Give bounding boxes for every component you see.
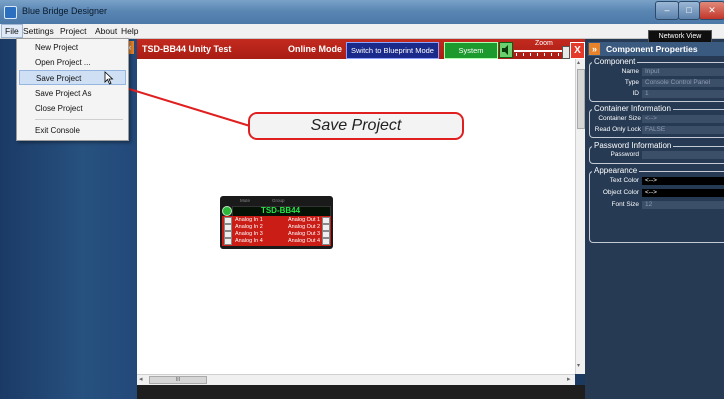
text-color-select[interactable]: <-->	[642, 177, 724, 185]
id-label: ID	[632, 90, 640, 97]
collapse-right-button[interactable]: »	[589, 43, 600, 55]
container-section-title: Container Information	[592, 104, 673, 113]
appearance-section-title: Appearance	[592, 166, 640, 175]
file-menu-dropdown: New Project Open Project ... Save Projec…	[16, 38, 129, 141]
component-section-title: Component	[592, 57, 638, 66]
password-section-title: Password Information	[592, 141, 674, 150]
font-size-label: Font Size	[611, 201, 639, 208]
name-label: Name	[621, 68, 639, 75]
type-field[interactable]: Console Control Panel	[642, 79, 724, 87]
text-color-label: Text Color	[609, 177, 639, 184]
menu-separator	[35, 119, 123, 120]
password-label: Password	[610, 151, 639, 158]
name-field[interactable]: Input	[642, 68, 724, 76]
password-field[interactable]	[642, 151, 724, 159]
read-only-lock-label: Read Only Lock	[594, 126, 641, 133]
menu-item-exit-console[interactable]: Exit Console	[19, 123, 126, 138]
read-only-lock-field[interactable]: FALSE	[642, 126, 724, 134]
menu-item-close-project[interactable]: Close Project	[19, 101, 126, 116]
callout-text: Save Project	[310, 117, 402, 134]
container-size-label: Container Size	[598, 115, 641, 122]
mouse-cursor-icon	[104, 71, 114, 85]
menu-item-save-project-as[interactable]: Save Project As	[19, 86, 126, 101]
object-color-select[interactable]: <-->	[642, 189, 724, 197]
menu-item-open-project[interactable]: Open Project ...	[19, 55, 126, 70]
id-field[interactable]: 1	[642, 90, 724, 98]
properties-title: Component Properties	[606, 44, 698, 54]
callout-box: Save Project	[248, 112, 464, 140]
container-size-field[interactable]: <-->	[642, 115, 724, 123]
menu-item-new-project[interactable]: New Project	[19, 40, 126, 55]
font-size-field[interactable]: 12	[642, 201, 724, 209]
object-color-label: Object Color	[602, 189, 639, 196]
type-label: Type	[624, 79, 639, 86]
